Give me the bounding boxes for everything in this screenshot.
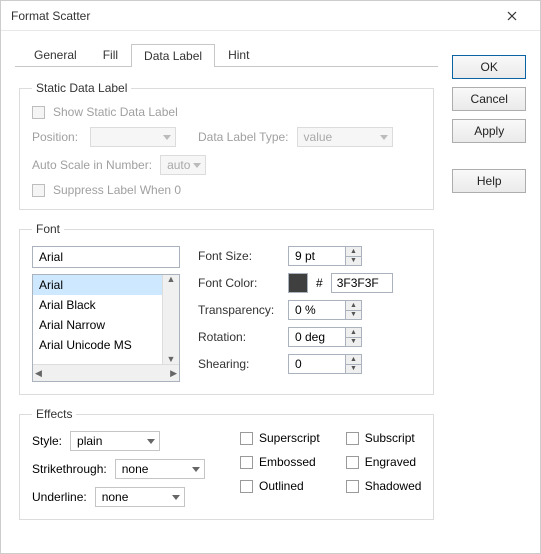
chevron-down-icon xyxy=(147,439,155,444)
spin-down[interactable]: ▼ xyxy=(346,311,362,321)
shearing-label: Shearing: xyxy=(198,357,280,371)
spin-up[interactable]: ▲ xyxy=(346,354,362,365)
position-select[interactable] xyxy=(90,127,176,147)
hash-label: # xyxy=(316,276,323,290)
spin-down[interactable]: ▼ xyxy=(346,257,362,267)
shadowed-checkbox[interactable] xyxy=(346,480,359,493)
type-select[interactable]: value xyxy=(297,127,393,147)
chevron-down-icon xyxy=(380,135,388,140)
rotation-label: Rotation: xyxy=(198,330,280,344)
list-item[interactable]: Arial xyxy=(33,275,179,295)
font-size-label: Font Size: xyxy=(198,249,280,263)
horizontal-scrollbar[interactable]: ◀▶ xyxy=(33,364,179,381)
spin-down[interactable]: ▼ xyxy=(346,365,362,375)
style-select[interactable]: plain xyxy=(70,431,160,451)
transparency-spinner[interactable]: 0 % ▲▼ xyxy=(288,300,362,320)
titlebar: Format Scatter xyxy=(1,1,540,31)
tab-general[interactable]: General xyxy=(21,43,90,67)
spin-down[interactable]: ▼ xyxy=(346,338,362,348)
autoscale-select[interactable]: auto xyxy=(160,155,206,175)
static-legend: Static Data Label xyxy=(32,81,131,95)
vertical-scrollbar[interactable]: ▲▼ xyxy=(162,275,179,364)
suppress-checkbox[interactable] xyxy=(32,184,45,197)
tab-fill[interactable]: Fill xyxy=(90,43,131,67)
engraved-checkbox[interactable] xyxy=(346,456,359,469)
static-data-label-group: Static Data Label Show Static Data Label… xyxy=(19,81,434,210)
chevron-down-icon xyxy=(193,163,201,168)
cancel-button[interactable]: Cancel xyxy=(452,87,526,111)
underline-select[interactable]: none xyxy=(95,487,185,507)
rotation-spinner[interactable]: 0 deg ▲▼ xyxy=(288,327,362,347)
apply-button[interactable]: Apply xyxy=(452,119,526,143)
outlined-checkbox[interactable] xyxy=(240,480,253,493)
font-color-input[interactable]: 3F3F3F xyxy=(331,273,393,293)
list-item[interactable]: Arial Unicode MS xyxy=(33,335,179,355)
chevron-down-icon xyxy=(163,135,171,140)
superscript-checkbox[interactable] xyxy=(240,432,253,445)
suppress-label: Suppress Label When 0 xyxy=(53,183,181,197)
font-name-input[interactable]: Arial xyxy=(32,246,180,268)
show-static-checkbox[interactable] xyxy=(32,106,45,119)
chevron-down-icon xyxy=(192,467,200,472)
font-group: Font Arial Arial Arial Black Arial Narro… xyxy=(19,222,434,395)
list-item[interactable]: Arial Black xyxy=(33,295,179,315)
shearing-spinner[interactable]: 0 ▲▼ xyxy=(288,354,362,374)
strike-label: Strikethrough: xyxy=(32,462,107,476)
effects-group: Effects Style: plain Strikethrough: none… xyxy=(19,407,434,520)
ok-button[interactable]: OK xyxy=(452,55,526,79)
strike-select[interactable]: none xyxy=(115,459,205,479)
chevron-right-icon: ▶ xyxy=(170,369,177,378)
help-button[interactable]: Help xyxy=(452,169,526,193)
tab-hint[interactable]: Hint xyxy=(215,43,262,67)
show-static-label: Show Static Data Label xyxy=(53,105,178,119)
chevron-left-icon: ◀ xyxy=(35,369,42,378)
tab-data-label[interactable]: Data Label xyxy=(131,44,215,67)
embossed-checkbox[interactable] xyxy=(240,456,253,469)
transparency-label: Transparency: xyxy=(198,303,280,317)
position-label: Position: xyxy=(32,130,82,144)
font-list[interactable]: Arial Arial Black Arial Narrow Arial Uni… xyxy=(32,274,180,382)
type-label: Data Label Type: xyxy=(198,130,289,144)
font-color-label: Font Color: xyxy=(198,276,280,290)
spin-up[interactable]: ▲ xyxy=(346,246,362,257)
close-button[interactable] xyxy=(492,1,532,30)
subscript-checkbox[interactable] xyxy=(346,432,359,445)
font-size-spinner[interactable]: 9 pt ▲▼ xyxy=(288,246,362,266)
spin-up[interactable]: ▲ xyxy=(346,327,362,338)
font-color-swatch[interactable] xyxy=(288,273,308,293)
chevron-up-icon: ▲ xyxy=(167,275,176,284)
tab-bar: General Fill Data Label Hint xyxy=(15,41,438,67)
chevron-down-icon xyxy=(172,495,180,500)
dialog-title: Format Scatter xyxy=(11,9,90,23)
chevron-down-icon: ▼ xyxy=(167,355,176,364)
spin-up[interactable]: ▲ xyxy=(346,300,362,311)
dialog-window: Format Scatter General Fill Data Label H… xyxy=(0,0,541,554)
font-legend: Font xyxy=(32,222,64,236)
underline-label: Underline: xyxy=(32,490,87,504)
style-label: Style: xyxy=(32,434,62,448)
autoscale-label: Auto Scale in Number: xyxy=(32,158,152,172)
effects-legend: Effects xyxy=(32,407,76,421)
list-item[interactable]: Arial Narrow xyxy=(33,315,179,335)
close-icon xyxy=(507,11,517,21)
